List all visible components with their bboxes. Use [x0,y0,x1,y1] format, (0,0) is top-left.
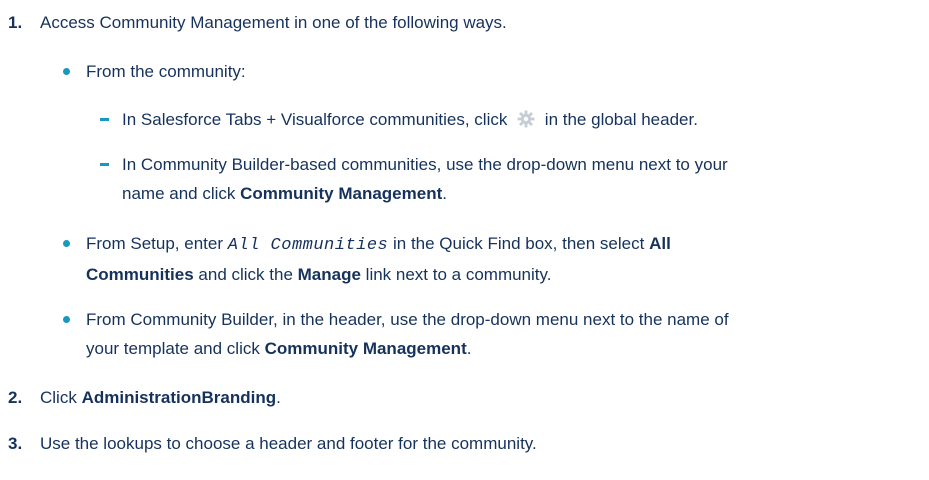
bullet-dot [63,240,70,247]
setup-line1-prefix: From Setup, enter [86,234,228,253]
builder-line1: From Community Builder, in the header, u… [86,310,729,329]
builder-line2-prefix: your template and click [86,339,265,358]
setup-line1-bold: All [649,234,671,253]
builder-line2-bold: Community Management [264,339,467,358]
step-text: Use the lookups to choose a header and f… [40,434,537,453]
quick-find-code: All Communities [227,236,389,255]
sub-text-prefix: In Salesforce Tabs + Visualforce communi… [122,110,513,129]
sub-text-line2-suffix: . [442,184,447,203]
step-number: 3. [8,434,23,453]
sub-text: In Community Builder-based communities, … [122,150,912,208]
step-text-bold: AdministrationBranding [81,388,277,407]
sub-text-suffix: in the global header. [540,110,698,129]
sub-dash [100,118,109,121]
sub-text: In Salesforce Tabs + Visualforce communi… [122,105,912,134]
builder-line2-suffix: . [466,339,472,358]
sub-text-line2-prefix: name and click [122,184,241,203]
bullet-text: From Community Builder, in the header, u… [86,305,916,363]
bullet-text: From the community: [86,62,246,81]
setup-line2-bold2: Manage [297,265,361,284]
setup-line2-suffix: link next to a community. [360,265,552,284]
setup-line2-middle: and click the [193,265,298,284]
gear-icon [516,109,536,129]
sub-dash [100,163,109,166]
sub-text-line1: In Community Builder-based communities, … [122,155,728,174]
step-text-suffix: . [276,388,281,407]
setup-line2-bold: Communities [86,265,194,284]
bullet-dot [63,316,70,323]
setup-line1-middle: in the Quick Find box, then select [388,234,650,253]
sub-text-line2-bold: Community Management [240,184,443,203]
step-text: Click AdministrationBranding. [40,383,910,412]
step-number: 2. [8,388,23,407]
step-text: Access Community Management in one of th… [40,13,507,32]
bullet-text: From Setup, enter All Communities in the… [86,229,916,289]
bullet-dot [63,68,70,75]
step-text-prefix: Click [40,388,82,407]
step-number: 1. [8,13,23,32]
